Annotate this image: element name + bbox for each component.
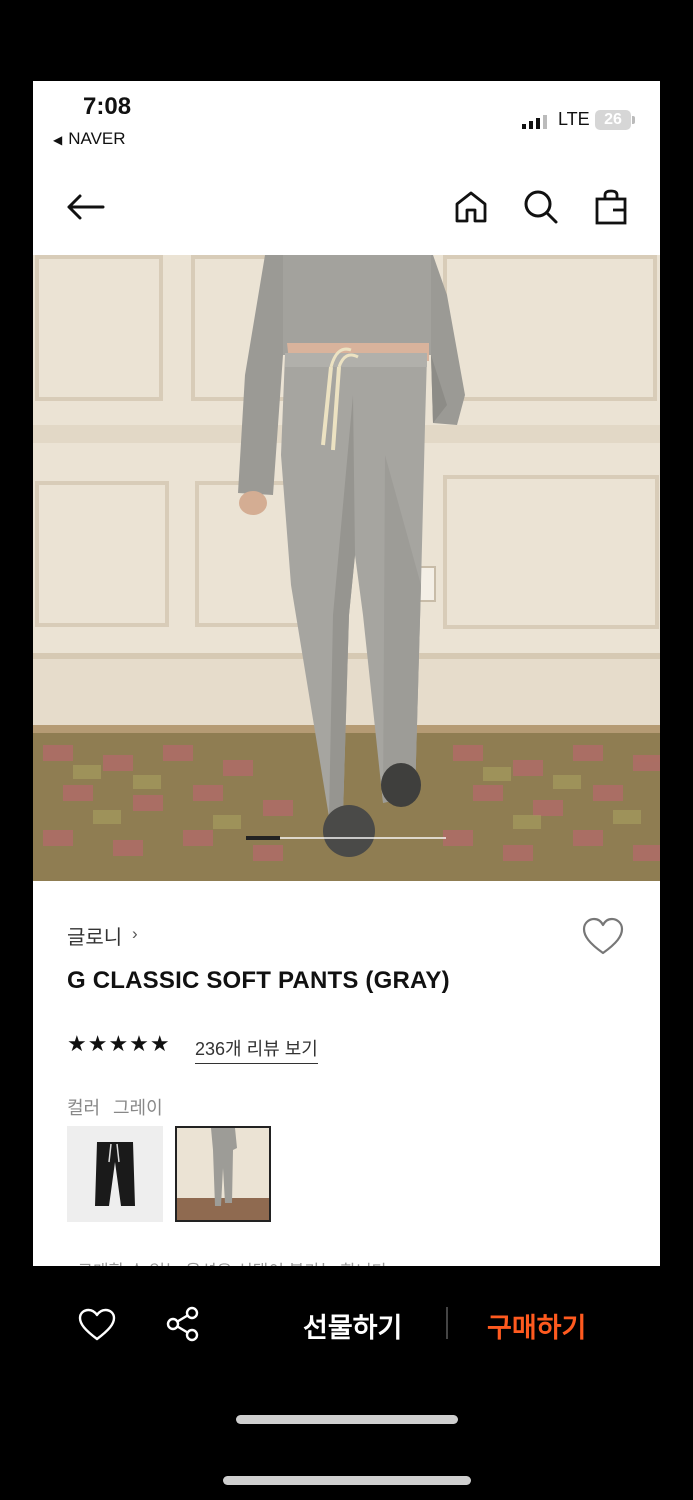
color-label: 컬러 bbox=[67, 1098, 101, 1118]
back-arrow-icon[interactable] bbox=[65, 187, 105, 227]
back-to-app-link[interactable]: ◀ NAVER bbox=[53, 129, 126, 149]
chevron-right-icon: › bbox=[132, 924, 138, 943]
black-pants-thumbnail bbox=[95, 1142, 135, 1206]
home-indicator-outer[interactable] bbox=[223, 1476, 471, 1485]
top-navigation bbox=[33, 171, 660, 251]
signal-icon bbox=[522, 115, 547, 129]
app-screen: 7:08 ◀ NAVER LTE 26 글로니 › G CLASSIC SOFT… bbox=[33, 81, 660, 1266]
heart-icon[interactable] bbox=[78, 1308, 116, 1342]
color-value: 그레이 bbox=[113, 1098, 163, 1118]
search-icon[interactable] bbox=[521, 187, 561, 227]
share-icon[interactable] bbox=[165, 1306, 201, 1342]
back-app-label: NAVER bbox=[68, 129, 126, 148]
shopping-bag-icon[interactable] bbox=[591, 187, 631, 227]
gray-pants-thumbnail bbox=[177, 1128, 269, 1220]
home-indicator[interactable] bbox=[236, 1415, 458, 1424]
divider bbox=[446, 1307, 448, 1339]
product-photo bbox=[33, 255, 660, 881]
carousel-indicator bbox=[246, 836, 280, 840]
review-link[interactable]: 236개 리뷰 보기 bbox=[195, 1035, 318, 1064]
status-time: 7:08 bbox=[83, 93, 132, 120]
color-swatch-black[interactable] bbox=[67, 1126, 163, 1222]
heart-icon[interactable] bbox=[581, 917, 625, 957]
rating-stars: ★★★★★ bbox=[67, 1031, 171, 1056]
battery-icon: 26 bbox=[595, 110, 631, 130]
gift-button[interactable]: 선물하기 bbox=[303, 1306, 402, 1345]
home-icon[interactable] bbox=[451, 187, 491, 227]
back-triangle-icon: ◀ bbox=[53, 133, 63, 147]
product-image[interactable] bbox=[33, 255, 660, 881]
color-swatch-gray[interactable] bbox=[175, 1126, 271, 1222]
network-type: LTE bbox=[558, 109, 590, 129]
brand-link[interactable]: 글로니 bbox=[67, 921, 122, 950]
option-notice: · 구매할 수 없는 옵션은 선택이 불가능 합니다 bbox=[67, 1257, 387, 1266]
status-bar: 7:08 ◀ NAVER LTE 26 bbox=[33, 81, 660, 161]
buy-button[interactable]: 구매하기 bbox=[487, 1306, 586, 1345]
battery-tip bbox=[632, 116, 635, 124]
product-title: G CLASSIC SOFT PANTS (GRAY) bbox=[67, 967, 450, 994]
